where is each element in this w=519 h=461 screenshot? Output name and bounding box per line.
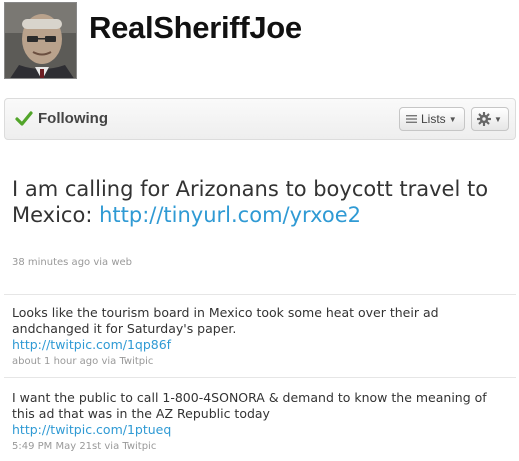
main-tweet-meta: 38 minutes ago via web: [12, 257, 132, 268]
gear-icon: [477, 112, 491, 126]
settings-menu-button[interactable]: ▼: [471, 107, 509, 131]
list-item: I want the public to call 1-800-4SONORA …: [12, 390, 512, 454]
tweet-meta: 5:49 PM May 21st via Twitpic: [12, 440, 512, 454]
main-tweet-timestamp[interactable]: 38 minutes ago: [12, 257, 90, 268]
avatar[interactable]: [4, 2, 77, 79]
chevron-down-icon: ▼: [448, 114, 457, 124]
main-tweet-source: via web: [93, 257, 133, 268]
profile-username: RealSheriffJoe: [89, 10, 302, 45]
divider: [4, 377, 516, 378]
tweet-source: via Twitpic: [104, 441, 157, 452]
check-icon: [15, 111, 33, 126]
tweet-link[interactable]: http://twitpic.com/1qp86f: [12, 337, 512, 353]
chevron-down-icon: ▼: [494, 114, 502, 124]
tweet-text: Looks like the tourism board in Mexico t…: [12, 305, 439, 336]
lines-icon: [406, 115, 417, 123]
tweet-text: I want the public to call 1-800-4SONORA …: [12, 390, 487, 421]
main-tweet-link[interactable]: http://tinyurl.com/yrxoe2: [99, 203, 361, 227]
avatar-photo: [5, 3, 76, 78]
tweet-timestamp[interactable]: about 1 hour ago: [12, 356, 98, 367]
tweet-meta: about 1 hour ago via Twitpic: [12, 355, 512, 369]
tweet-link[interactable]: http://twitpic.com/1ptueq: [12, 422, 512, 438]
tweet-timestamp[interactable]: 5:49 PM May 21st: [12, 441, 101, 452]
main-tweet-text: I am calling for Arizonans to boycott tr…: [12, 176, 512, 228]
lists-button[interactable]: Lists ▼: [399, 107, 465, 131]
divider: [4, 294, 516, 295]
tweet-source: via Twitpic: [101, 356, 154, 367]
follow-bar: Following Lists ▼ ▼: [4, 98, 516, 140]
list-item: Looks like the tourism board in Mexico t…: [12, 305, 512, 369]
following-status[interactable]: Following: [38, 110, 108, 127]
lists-button-label: Lists: [421, 112, 446, 126]
